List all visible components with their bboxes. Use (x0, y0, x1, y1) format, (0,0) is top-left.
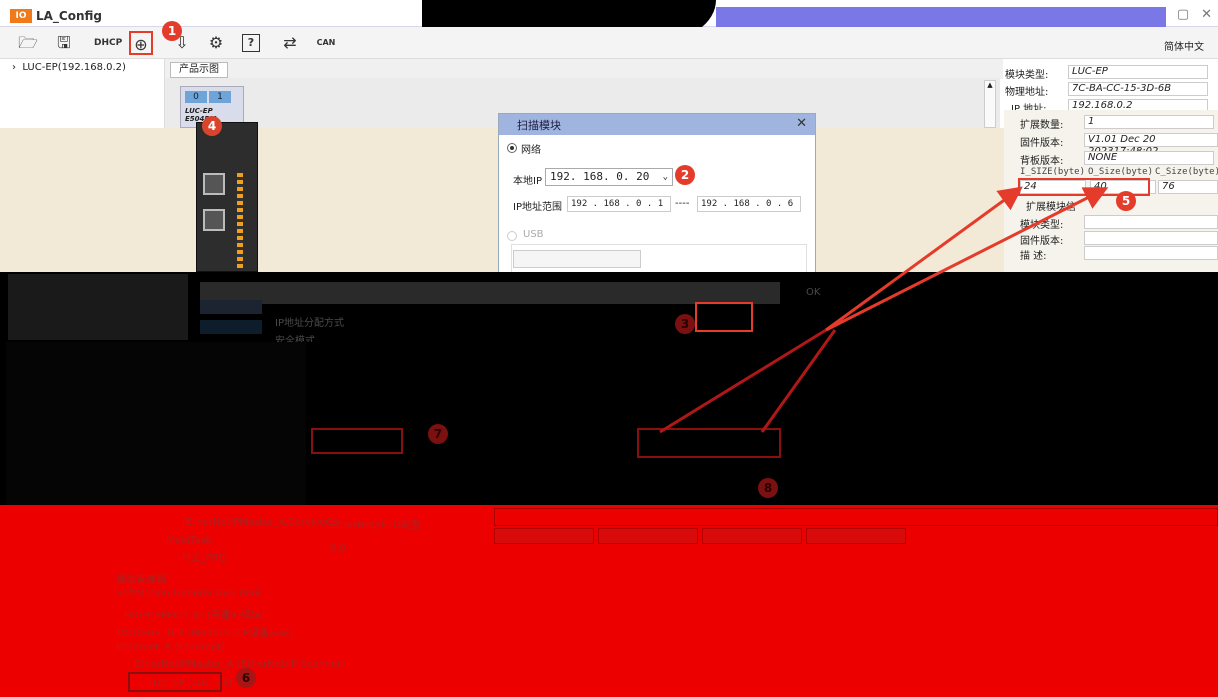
step-badge: 2 (675, 165, 695, 185)
arrow-line (659, 328, 827, 434)
step-badge: 5 (1116, 191, 1136, 211)
arrow-line (825, 186, 1023, 332)
step-badge: 7 (428, 424, 448, 444)
step-badge: 1 (162, 21, 182, 41)
step-badge: 3 (675, 314, 695, 334)
step-badge: 4 (202, 116, 222, 136)
step-badge: 8 (758, 478, 778, 498)
annotation-arrows (659, 186, 1109, 434)
arrow-line (825, 187, 1109, 332)
step-badge: 6 (236, 668, 256, 688)
